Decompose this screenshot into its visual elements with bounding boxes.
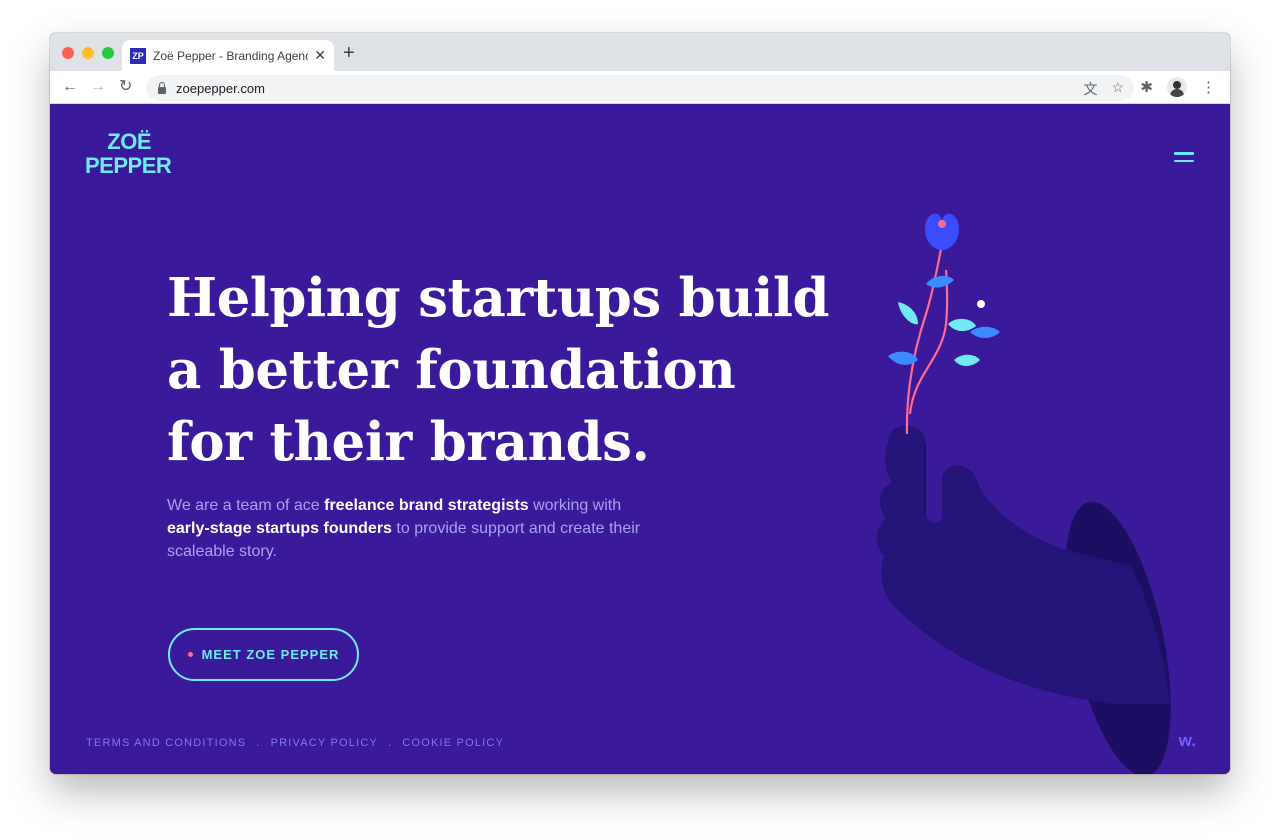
- headline-line-3: for their brands.: [167, 411, 650, 473]
- flower-center: [938, 220, 946, 228]
- extensions-puzzle-icon[interactable]: ✱: [1140, 78, 1153, 96]
- terms-link[interactable]: TERMS AND CONDITIONS: [86, 737, 246, 749]
- cta-label: MEET ZOE PEPPER: [201, 647, 340, 662]
- webpage: ZOË PEPPER Helping startups build a bett…: [50, 104, 1230, 774]
- url-text[interactable]: zoepepper.com: [176, 81, 265, 96]
- privacy-link[interactable]: PRIVACY POLICY: [271, 737, 378, 749]
- hero-headline: Helping startups build a better foundati…: [167, 262, 847, 478]
- bullet-dot-icon: [187, 652, 193, 657]
- intro-text-2: working with: [528, 497, 622, 514]
- lock-icon[interactable]: [158, 81, 166, 94]
- new-tab-button[interactable]: +: [343, 43, 355, 63]
- favicon-icon: ZP: [130, 47, 146, 64]
- minimize-window-button[interactable]: [82, 47, 94, 59]
- headline-line-2: a better foundation: [167, 339, 736, 401]
- tab-close-icon[interactable]: ✕: [314, 47, 326, 64]
- flower-bloom: [925, 213, 959, 250]
- intro-bold-1: freelance brand strategists: [324, 497, 529, 514]
- profile-avatar[interactable]: [1167, 77, 1187, 97]
- maximize-window-button[interactable]: [102, 47, 114, 59]
- leaf-1: [926, 275, 954, 288]
- leaf-2: [898, 302, 918, 325]
- hero-intro: We are a team of ace freelance brand str…: [167, 494, 647, 563]
- reload-icon[interactable]: ↻: [119, 77, 132, 97]
- meet-zoe-pepper-button[interactable]: MEET ZOE PEPPER: [168, 628, 359, 681]
- browser-menu-icon[interactable]: ⋮: [1201, 78, 1216, 96]
- back-arrow-icon[interactable]: ←: [62, 77, 78, 97]
- browser-titlebar: ZP Zoë Pepper - Branding Agency ✕ +: [50, 33, 1230, 71]
- browser-window: ZP Zoë Pepper - Branding Agency ✕ + ← → …: [50, 33, 1230, 774]
- headline-line-1: Helping startups build: [167, 267, 830, 329]
- footer-links: TERMS AND CONDITIONS . PRIVACY POLICY . …: [86, 737, 504, 749]
- browser-tab-active[interactable]: ZP Zoë Pepper - Branding Agency ✕: [122, 40, 334, 71]
- hamburger-menu-icon[interactable]: [1174, 152, 1194, 164]
- forward-arrow-icon[interactable]: →: [90, 77, 106, 97]
- logo-line-2: PEPPER: [85, 153, 172, 178]
- bookmark-star-icon[interactable]: ☆: [1111, 79, 1124, 99]
- translate-icon[interactable]: 文: [1083, 79, 1097, 99]
- footer-separator: .: [388, 737, 393, 749]
- leaf-5: [970, 326, 1000, 338]
- intro-bold-2: early-stage startups founders: [167, 520, 392, 537]
- address-bar[interactable]: zoepepper.com 文 ☆: [146, 75, 1134, 101]
- intro-text-1: We are a team of ace: [167, 497, 325, 514]
- close-window-button[interactable]: [62, 47, 74, 59]
- leaf-4: [948, 318, 976, 332]
- cookie-link[interactable]: COOKIE POLICY: [402, 737, 504, 749]
- awwwards-badge[interactable]: w.: [1179, 731, 1196, 751]
- hand-flower-illustration: [876, 213, 1171, 774]
- logo-line-1: ZOË: [107, 129, 151, 154]
- footer-separator: .: [256, 737, 261, 749]
- leaf-6: [954, 354, 980, 366]
- flower-stem: [905, 243, 949, 435]
- browser-toolbar: ← → ↻ zoepepper.com 文 ☆ ✱ ⋮: [50, 71, 1230, 104]
- tab-title: Zoë Pepper - Branding Agency: [153, 48, 309, 63]
- bud-dot: [977, 300, 985, 308]
- site-logo[interactable]: ZOË PEPPER: [85, 129, 172, 178]
